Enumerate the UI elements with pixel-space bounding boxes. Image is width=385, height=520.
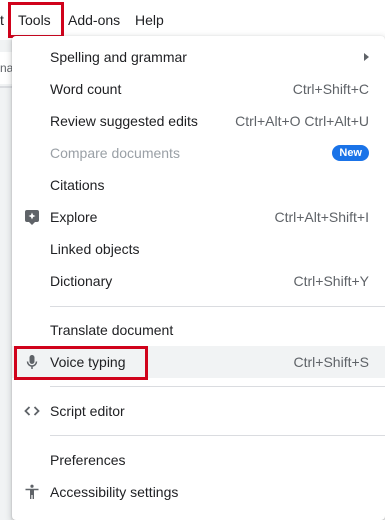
- menu-item-label: Word count: [50, 81, 122, 97]
- menu-item-citations[interactable]: Citations: [12, 169, 385, 201]
- tools-dropdown-menu: Spelling and grammar Word count Ctrl+Shi…: [12, 36, 385, 520]
- accessibility-icon: [24, 484, 40, 500]
- explore-icon: [24, 209, 40, 225]
- menu-item-preferences[interactable]: Preferences: [12, 444, 385, 476]
- menu-item-explore[interactable]: Explore Ctrl+Alt+Shift+I: [12, 201, 385, 233]
- menu-item-label: Spelling and grammar: [50, 49, 187, 65]
- voice-typing-highlight-box: [14, 346, 148, 380]
- menu-item-spelling-grammar[interactable]: Spelling and grammar: [12, 41, 385, 73]
- menu-item-label: Accessibility settings: [50, 484, 179, 500]
- menu-item-label: Compare documents: [50, 145, 180, 161]
- menu-item-label: Review suggested edits: [50, 113, 198, 129]
- menu-item-label: Citations: [50, 177, 105, 193]
- code-icon: [24, 403, 40, 419]
- document-text-fragment: nal: [0, 52, 12, 84]
- submenu-arrow-icon: [364, 53, 369, 61]
- menu-item-linked-objects[interactable]: Linked objects: [12, 233, 385, 265]
- menu-item-shortcut: Ctrl+Shift+Y: [293, 273, 369, 289]
- tools-highlight-box: [8, 2, 64, 38]
- menu-item-translate-document[interactable]: Translate document: [12, 314, 385, 346]
- menu-item-label: Linked objects: [50, 241, 140, 257]
- menu-item-shortcut: Ctrl+Shift+S: [293, 354, 369, 370]
- document-edge: nal: [0, 40, 12, 520]
- menu-help[interactable]: Help: [135, 11, 164, 29]
- menu-item-review-suggested-edits[interactable]: Review suggested edits Ctrl+Alt+O Ctrl+A…: [12, 105, 385, 137]
- menu-item-word-count[interactable]: Word count Ctrl+Shift+C: [12, 73, 385, 105]
- menu-item-label: Translate document: [50, 322, 174, 338]
- menu-addons[interactable]: Add-ons: [68, 11, 120, 29]
- menu-insert-fragment[interactable]: t: [0, 11, 4, 29]
- menu-separator: [50, 386, 385, 387]
- document-divider: [0, 86, 12, 88]
- menu-item-label: Preferences: [50, 452, 126, 468]
- menu-item-shortcut: Ctrl+Shift+C: [292, 81, 369, 97]
- menu-item-label: Dictionary: [50, 273, 113, 289]
- menu-separator: [50, 435, 385, 436]
- menu-item-shortcut: Ctrl+Alt+O Ctrl+Alt+U: [235, 113, 369, 129]
- menu-bar: t Tools Add-ons Help: [0, 0, 385, 40]
- menu-item-script-editor[interactable]: Script editor: [12, 395, 385, 427]
- menu-separator: [50, 306, 385, 307]
- menu-item-compare-documents[interactable]: Compare documents New: [12, 137, 385, 169]
- menu-item-shortcut: Ctrl+Alt+Shift+I: [274, 209, 369, 225]
- menu-item-accessibility-settings[interactable]: Accessibility settings: [12, 476, 385, 508]
- menu-item-dictionary[interactable]: Dictionary Ctrl+Shift+Y: [12, 265, 385, 297]
- new-badge: New: [332, 145, 369, 161]
- menu-item-label: Script editor: [50, 403, 125, 419]
- menu-item-label: Explore: [50, 209, 98, 225]
